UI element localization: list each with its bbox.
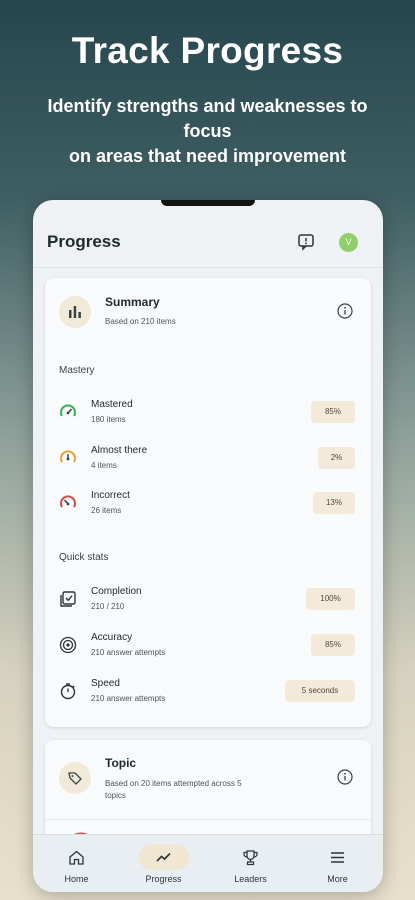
trend-icon	[156, 852, 171, 862]
nav-leaders-label: Leaders	[234, 874, 267, 884]
mastery-label: Mastery	[59, 365, 95, 376]
mastered-count: 180 items	[91, 415, 126, 424]
mastered-title: Mastered	[91, 399, 133, 410]
bar-chart-icon	[59, 296, 91, 328]
hero-subtitle-line1: Identify strengths and weaknesses to	[47, 96, 368, 116]
info-icon[interactable]	[337, 303, 353, 319]
almost-there-count: 4 items	[91, 461, 117, 470]
hero-subtitle-line3: on areas that need improvement	[68, 146, 347, 166]
tag-icon	[59, 762, 91, 794]
avatar[interactable]: V	[339, 233, 358, 252]
speed-title: Speed	[91, 678, 120, 689]
gauge-red-icon	[60, 495, 76, 508]
almost-there-percent: 2%	[318, 447, 355, 469]
home-icon	[69, 850, 84, 865]
gauge-orange-icon	[60, 450, 76, 463]
checklist-icon	[60, 591, 76, 607]
divider	[45, 819, 371, 820]
target-icon	[59, 636, 77, 654]
summary-card: Summary Based on 210 items Mastery Maste…	[45, 278, 371, 727]
topic-title: Topic	[105, 756, 137, 770]
info-icon[interactable]	[337, 769, 353, 785]
gauge-green-icon	[60, 404, 76, 417]
quick-stats-label: Quick stats	[59, 552, 109, 563]
page-title: Progress	[47, 232, 121, 251]
nav-more-label: More	[327, 874, 348, 884]
trophy-icon	[243, 850, 258, 866]
incorrect-percent: 13%	[313, 492, 355, 514]
incorrect-title: Incorrect	[91, 490, 130, 501]
stopwatch-icon	[60, 683, 76, 700]
completion-title: Completion	[91, 586, 142, 597]
topic-subtitle: Based on 20 items attempted across 5 top…	[105, 778, 242, 802]
nav-progress-label: Progress	[145, 874, 182, 884]
almost-there-title: Almost there	[91, 445, 148, 456]
nav-progress[interactable]: Progress	[120, 835, 207, 892]
speed-value: 5 seconds	[285, 680, 355, 702]
nav-home[interactable]: Home	[33, 835, 120, 892]
completion-value-text: 210 / 210	[91, 602, 125, 611]
accuracy-attempts: 210 answer attempts	[91, 648, 166, 657]
accuracy-percent: 85%	[311, 634, 355, 656]
speed-attempts: 210 answer attempts	[91, 694, 166, 703]
hero-subtitle-line2: focus	[183, 121, 232, 141]
nav-more[interactable]: More	[294, 835, 381, 892]
incorrect-count: 26 items	[91, 506, 122, 515]
completion-percent: 100%	[306, 588, 355, 610]
accuracy-title: Accuracy	[91, 632, 133, 643]
bottom-navigation: Home Progress Leaders More	[33, 834, 383, 892]
phone-frame: Progress V Summary Based on 210 items Ma…	[33, 200, 383, 892]
summary-title: Summary	[105, 295, 160, 309]
feedback-icon[interactable]	[297, 233, 315, 251]
menu-icon	[331, 852, 344, 863]
nav-home-label: Home	[64, 874, 89, 884]
mastered-percent: 85%	[311, 401, 355, 423]
hero-title: Track Progress	[71, 30, 344, 71]
topic-subtitle-line1: Based on 20 items attempted across 5	[105, 779, 242, 788]
nav-leaders[interactable]: Leaders	[207, 835, 294, 892]
app-bar: Progress V	[33, 200, 383, 268]
topic-subtitle-line2: topics	[105, 791, 126, 800]
hero-subtitle: Identify strengths and weaknesses to foc…	[20, 94, 395, 169]
summary-subtitle: Based on 210 items	[105, 317, 176, 326]
